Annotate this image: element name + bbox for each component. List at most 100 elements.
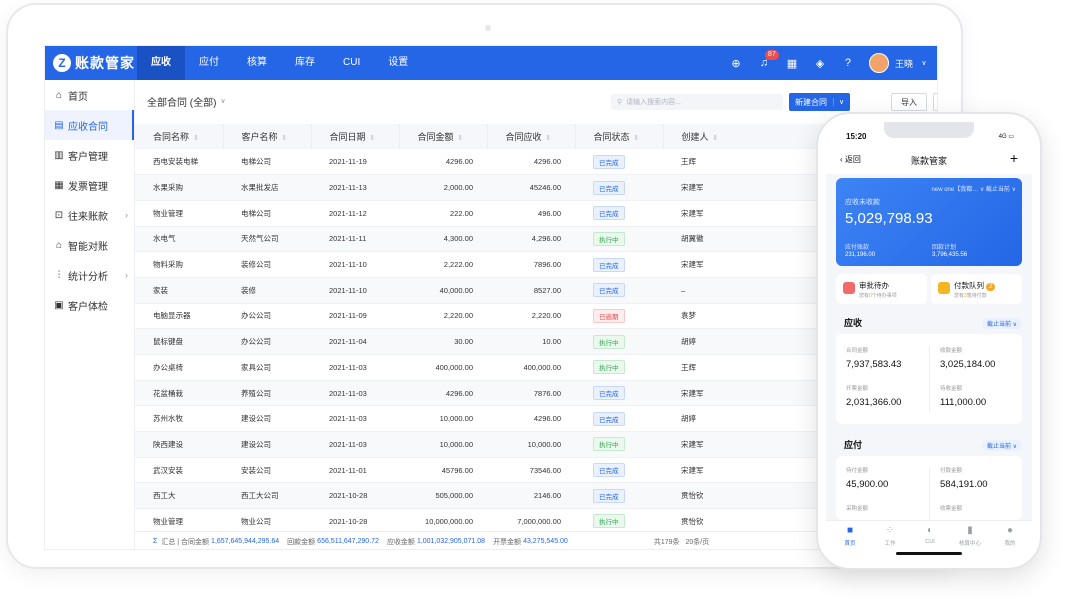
help-icon[interactable]: ? — [841, 57, 855, 69]
summary-invoice: 43,275,545.00 — [523, 538, 568, 545]
search-input[interactable]: ⚲ 请输入搜索内容... — [611, 94, 783, 110]
tablet-camera — [485, 25, 491, 31]
plus-icon[interactable]: + — [1010, 150, 1018, 166]
chevron-down-icon[interactable]: ∨ — [220, 97, 225, 105]
hero-plan-label: 回款计划 — [932, 245, 957, 251]
status-badge: 已完成 — [593, 411, 625, 426]
table-cell: 已完成 — [575, 277, 663, 304]
payment-sub-pre: 您有 — [954, 293, 965, 299]
app-logo[interactable]: Z 账款管家 — [45, 46, 137, 80]
hero-label: 应收未收款 — [845, 199, 880, 206]
tab-profile[interactable]: ● 我的 — [990, 525, 1030, 547]
table-cell: 西工大公司 — [223, 482, 311, 510]
approval-sub-post: 个待办事项 — [871, 293, 897, 299]
sort-icon[interactable]: ⇕ — [282, 135, 288, 142]
invoice-icon: ▦ — [54, 179, 64, 191]
payable-period-pill[interactable]: 截止当前 ∨ — [981, 440, 1022, 451]
account-icon: ⊡ — [54, 209, 64, 221]
payment-queue-label: 付款队列 — [954, 281, 984, 290]
tab-work[interactable]: ⁘ 工作 — [870, 525, 910, 547]
column-header[interactable]: 合同名称 ⇕ — [135, 124, 224, 149]
column-header[interactable]: 合同日期 ⇕ — [311, 124, 400, 149]
nav-inventory[interactable]: 库存 — [281, 46, 329, 80]
status-badge: 已完成 — [593, 488, 625, 503]
table-cell: 7876.00 — [487, 380, 575, 407]
column-header[interactable]: 合同应收 ⇕ — [487, 124, 576, 149]
receivable-period-pill[interactable]: 截止当前 ∨ — [981, 318, 1022, 329]
column-header-label: 合同金额 — [417, 132, 454, 142]
tab-label: 核算中心 — [958, 541, 981, 547]
phone-notch — [884, 122, 974, 138]
table-cell: 办公公司 — [223, 303, 311, 330]
home-indicator — [896, 552, 962, 555]
filter-dropdown[interactable]: 全部合同 (全部) — [147, 94, 216, 109]
sort-icon[interactable]: ⇕ — [713, 135, 719, 142]
sidebar-item-stats[interactable]: ⫶ 统计分析 › — [45, 260, 134, 290]
payment-queue-title: 付款队列 2 — [954, 280, 996, 291]
sort-icon[interactable]: ⇕ — [458, 135, 464, 142]
status-badge: 已完成 — [593, 206, 625, 221]
chevron-down-icon[interactable]: ∨ — [917, 59, 931, 67]
sidebar-item-checkup[interactable]: ▣ 客户体检 — [45, 290, 134, 320]
sidebar-item-accounts[interactable]: ⊡ 往来账款 › — [45, 200, 134, 230]
nav-cui[interactable]: CUI — [329, 46, 374, 80]
table-cell: 2021-11-01 — [311, 457, 399, 484]
table-cell: 装修 — [223, 277, 311, 304]
period-selector[interactable]: new one【我都… ∨ 截止当前 ∨ — [932, 184, 1016, 193]
column-header[interactable]: 合同状态 ⇕ — [575, 124, 664, 149]
cube-icon[interactable]: ◈ — [813, 57, 827, 70]
nav-payable[interactable]: 应付 — [185, 46, 233, 80]
table-cell: 400,000.00 — [487, 354, 575, 381]
ledger-tab-icon: ▮ — [967, 525, 973, 536]
top-right-tools: ⊕ ♫ 87 ▦ ◈ ? 王晓 ∨ — [715, 46, 931, 80]
sidebar-item-label: 应收合同 — [68, 121, 108, 133]
tab-ledger[interactable]: ▮ 核算中心 — [950, 525, 990, 547]
table-cell: 办公公司 — [223, 328, 311, 355]
sidebar-item-label: 客户管理 — [68, 151, 108, 163]
column-header[interactable]: 合同金额 ⇕ — [399, 124, 488, 149]
nav-receivable[interactable]: 应收 — [137, 46, 185, 80]
payable-section-title: 应付 — [844, 440, 863, 450]
logo-mark: Z — [53, 54, 71, 72]
sidebar-item-invoices[interactable]: ▦ 发票管理 — [45, 170, 134, 200]
table-cell: 养殖公司 — [223, 380, 311, 407]
table-cell: 已完成 — [575, 174, 663, 201]
column-header[interactable]: 客户名称 ⇕ — [223, 124, 312, 149]
sidebar-item-reconcile[interactable]: ⌂ 智能对账 — [45, 230, 134, 260]
reconcile-icon: ⌂ — [55, 239, 63, 251]
import-button[interactable]: 导入 — [891, 93, 927, 111]
tab-home[interactable]: ■ 首页 — [830, 525, 870, 547]
table-cell: 2021-11-13 — [311, 174, 399, 201]
sidebar-item-contracts[interactable]: ▤ 应收合同 — [45, 110, 134, 140]
table-cell: 4296.00 — [399, 380, 487, 407]
metric-invoiced: 开票金额 2,031,366.00 — [846, 384, 901, 408]
nav-accounting[interactable]: 核算 — [233, 46, 281, 80]
profile-tab-icon: ● — [1006, 525, 1014, 536]
table-cell: 已完成 — [575, 482, 663, 510]
table-cell: 2021-11-19 — [311, 149, 399, 176]
chevron-down-icon[interactable]: ∨ — [833, 98, 844, 106]
add-circle-icon[interactable]: ⊕ — [729, 57, 743, 70]
grid-icon[interactable]: ▦ — [785, 57, 799, 70]
nav-settings[interactable]: 设置 — [374, 46, 422, 80]
tab-cui[interactable]: ◐ CUI — [910, 525, 950, 545]
hero-amount: 5,029,798.93 — [845, 210, 933, 227]
avatar[interactable] — [868, 53, 889, 73]
sidebar-item-label: 首页 — [68, 91, 88, 103]
sidebar-item-customers[interactable]: ▥ 客户管理 — [45, 140, 134, 170]
sort-icon[interactable]: ⇕ — [546, 135, 552, 142]
export-button[interactable]: 导出 — [933, 93, 937, 111]
table-cell: 天然气公司 — [223, 226, 311, 253]
sort-icon[interactable]: ⇕ — [370, 135, 376, 142]
new-contract-button[interactable]: 新建合同 ∨ — [789, 93, 851, 111]
sidebar-item-home[interactable]: ⌂ 首页 — [45, 80, 134, 110]
approval-todo-card[interactable]: 审批待办 您有0个待办事项 — [836, 274, 927, 304]
table-cell: 10.00 — [487, 328, 575, 355]
sort-icon[interactable]: ⇕ — [193, 135, 199, 142]
pagination-page-size[interactable]: 20条/页 — [686, 537, 710, 547]
payment-queue-card[interactable]: 付款队列 2 您有3笔待付款 — [931, 274, 1022, 304]
bell-icon[interactable]: ♫ 87 — [757, 50, 779, 69]
user-name[interactable]: 王晓 — [895, 57, 913, 70]
receivable-hero-card[interactable]: new one【我都… ∨ 截止当前 ∨ 应收未收款 5,029,798.93 … — [836, 178, 1022, 266]
sort-icon[interactable]: ⇕ — [634, 135, 640, 142]
